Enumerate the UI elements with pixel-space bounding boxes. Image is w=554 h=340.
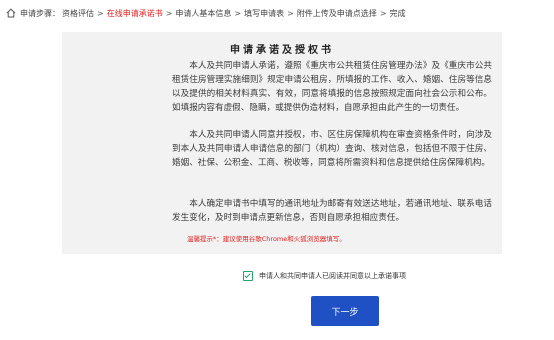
breadcrumb-separator: >: [234, 8, 242, 18]
address-paragraph: 本人确定申请书中填写的通讯地址为邮寄有效送达地址，若通讯地址、联系电话发生变化，…: [172, 199, 492, 223]
breadcrumb-step-complete: 完成: [389, 8, 406, 18]
breadcrumb-step-commitment: 在线申请承诺书: [106, 8, 163, 18]
commitment-paragraph: 本人及共同申请人承诺，遵照《重庆市公共租赁住房管理办法》及《重庆市公共租赁住房管…: [172, 61, 492, 113]
commitment-panel: 申请承诺及授权书 本人及共同申请人承诺，遵照《重庆市公共租赁住房管理办法》及《重…: [62, 32, 502, 254]
home-icon[interactable]: [6, 8, 16, 18]
agreement-checkbox-row[interactable]: 申请人和共同申请人已阅读并同意以上承诺事项: [243, 271, 406, 281]
breadcrumb-prefix: 申请步骤：: [20, 8, 60, 18]
breadcrumb-step-basic-info: 申请人基本信息: [175, 8, 232, 18]
commitment-title: 申请承诺及授权书: [230, 45, 334, 56]
breadcrumb-separator: >: [165, 8, 173, 18]
breadcrumb-step-eligibility: 资格评估: [62, 8, 94, 18]
breadcrumb-separator: >: [287, 8, 294, 18]
breadcrumb-separator: >: [97, 8, 104, 18]
breadcrumb-separator: >: [379, 8, 387, 18]
agreement-label: 申请人和共同申请人已阅读并同意以上承诺事项: [259, 272, 406, 280]
next-step-button[interactable]: 下一步: [311, 296, 379, 326]
breadcrumb-step-attachments: 附件上传及申请点选择: [296, 8, 377, 18]
breadcrumb: 申请步骤： 资格评估 > 在线申请承诺书 > 申请人基本信息 > 填写申请表 >…: [6, 6, 406, 20]
breadcrumb-step-application-form: 填写申请表: [244, 8, 285, 18]
authorization-paragraph: 本人及共同申请人同意并授权，市、区住房保障机构在审查资格条件时，向涉及到本人及共…: [172, 130, 492, 168]
agreement-checkbox[interactable]: [243, 271, 253, 281]
browser-tip: 温馨提示*：建议使用谷歌Chrome和火狐浏览器填写。: [187, 235, 346, 243]
